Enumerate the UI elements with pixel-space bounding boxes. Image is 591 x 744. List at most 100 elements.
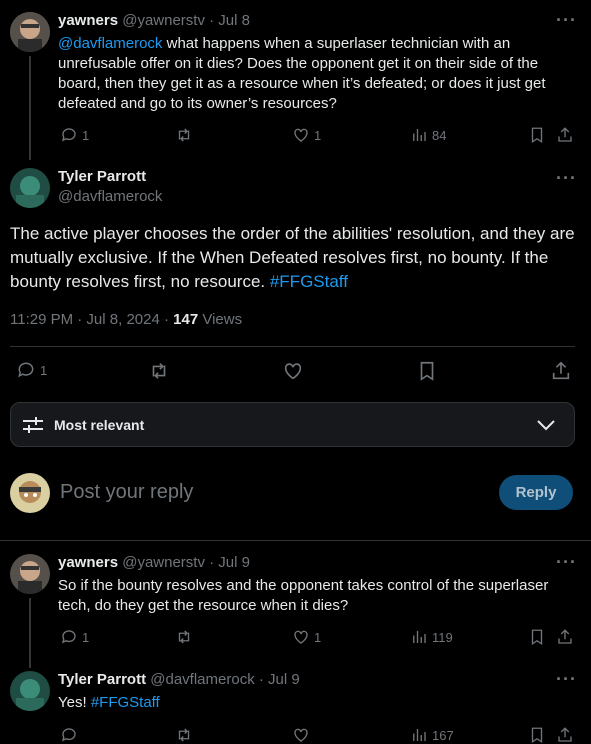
bookmark-button[interactable] <box>528 726 546 744</box>
reply-submit-button[interactable]: Reply <box>499 475 573 510</box>
avatar-yawners[interactable] <box>10 554 50 594</box>
author-handle[interactable]: @davflamerock <box>150 671 254 688</box>
view-count: 119 <box>432 629 453 645</box>
reply-input[interactable]: Post your reply <box>60 481 193 504</box>
divider <box>10 346 575 347</box>
views-button[interactable]: 119 <box>410 628 453 646</box>
author-handle[interactable]: @yawnerstv <box>122 12 205 29</box>
hashtag-link[interactable]: #FFGStaff <box>91 694 160 711</box>
views-button[interactable]: 167 <box>410 726 454 744</box>
more-icon[interactable]: ··· <box>556 10 577 31</box>
repost-button[interactable] <box>148 360 170 382</box>
mention-link[interactable]: @davflamerock <box>58 35 162 52</box>
share-button[interactable] <box>556 126 574 144</box>
view-count: 167 <box>432 727 454 743</box>
share-icon <box>558 629 572 644</box>
bookmark-icon <box>531 727 543 744</box>
main-author-block: Tyler Parrott @davflamerock <box>58 168 162 205</box>
divider <box>0 540 591 541</box>
hashtag-link[interactable]: #FFGStaff <box>270 272 348 291</box>
reply-button[interactable]: 1 <box>60 126 89 144</box>
tweet1-header: yawners @yawnerstv · Jul 8 <box>58 12 250 29</box>
avatar-self[interactable] <box>10 473 50 513</box>
repost-icon <box>152 363 166 379</box>
bookmark-button[interactable] <box>416 360 438 382</box>
avatar-yawners[interactable] <box>10 12 50 52</box>
share-icon <box>552 361 570 380</box>
analytics-icon <box>413 631 426 643</box>
heart-icon <box>294 728 308 742</box>
views-count: 147 <box>173 311 199 328</box>
like-button[interactable]: 1 <box>292 126 321 144</box>
analytics-icon <box>413 729 426 741</box>
author-handle[interactable]: @davflamerock <box>58 188 162 205</box>
like-button[interactable] <box>292 726 310 744</box>
repost-button[interactable] <box>175 628 193 646</box>
sort-dropdown[interactable]: Most relevant <box>10 402 575 447</box>
post-date[interactable]: · Jul 9 <box>259 671 300 688</box>
repost-button[interactable] <box>175 126 193 144</box>
thread-line <box>29 598 31 668</box>
repost-icon <box>178 128 190 142</box>
bookmark-icon <box>531 127 543 144</box>
chevron-down-icon <box>537 420 555 431</box>
reply-count: 1 <box>40 362 48 378</box>
reply-count: 1 <box>82 127 90 143</box>
post-date[interactable]: · Jul 9 <box>209 554 250 571</box>
repost-button[interactable] <box>175 726 193 744</box>
avatar-tyler[interactable] <box>10 671 50 711</box>
tweet1-text: @davflamerock what happens when a superl… <box>58 34 568 114</box>
share-icon <box>558 127 572 142</box>
bookmark-icon <box>531 629 543 646</box>
heart-icon <box>294 128 308 142</box>
avatar-image <box>10 473 50 513</box>
share-icon <box>558 727 572 742</box>
reply1-text: So if the bounty resolves and the oppone… <box>58 577 549 614</box>
author-name[interactable]: yawners <box>58 12 118 29</box>
avatar-tyler[interactable] <box>10 168 50 208</box>
like-count: 1 <box>314 127 322 143</box>
share-button[interactable] <box>556 628 574 646</box>
author-name[interactable]: yawners <box>58 554 118 571</box>
more-icon[interactable]: ··· <box>556 552 577 573</box>
view-count: 84 <box>432 127 447 143</box>
thread-line <box>29 56 31 160</box>
sort-label: Most relevant <box>54 417 145 433</box>
bookmark-button[interactable] <box>528 126 546 144</box>
timestamp[interactable]: 11:29 PM · Jul 8, 2024 · <box>10 311 173 328</box>
author-name[interactable]: Tyler Parrott <box>58 168 162 185</box>
timestamp-row: 11:29 PM · Jul 8, 2024 · 147 Views <box>10 311 242 328</box>
bookmark-button[interactable] <box>528 628 546 646</box>
repost-icon <box>178 630 190 644</box>
author-handle[interactable]: @yawnerstv <box>122 554 205 571</box>
views-button[interactable]: 84 <box>410 126 446 144</box>
sliders-icon <box>23 417 43 433</box>
reply-icon <box>61 128 76 142</box>
tweet-body: Yes! <box>58 694 91 711</box>
share-button[interactable] <box>550 360 572 382</box>
reply-icon <box>18 362 34 378</box>
repost-icon <box>178 728 190 742</box>
more-icon[interactable]: ··· <box>556 168 577 189</box>
reply-button[interactable] <box>60 726 78 744</box>
heart-icon <box>294 630 308 644</box>
reply-count: 1 <box>82 629 90 645</box>
like-count: 1 <box>314 629 322 645</box>
like-button[interactable] <box>282 360 304 382</box>
reply-button[interactable]: 1 <box>16 360 47 380</box>
like-button[interactable]: 1 <box>292 628 321 646</box>
post-date[interactable]: · Jul 8 <box>209 12 250 29</box>
reply-icon <box>61 630 76 644</box>
avatar-image <box>10 671 50 711</box>
analytics-icon <box>413 129 426 141</box>
reply-button[interactable]: 1 <box>60 628 89 646</box>
author-name[interactable]: Tyler Parrott <box>58 671 146 688</box>
share-button[interactable] <box>556 726 574 744</box>
avatar-image <box>10 12 50 52</box>
main-tweet-text: The active player chooses the order of t… <box>10 222 575 294</box>
avatar-image <box>10 168 50 208</box>
reply2-text: Yes! #FFGStaff <box>58 693 160 713</box>
reply-icon <box>61 728 76 742</box>
more-icon[interactable]: ··· <box>556 669 577 690</box>
bookmark-icon <box>420 361 434 381</box>
